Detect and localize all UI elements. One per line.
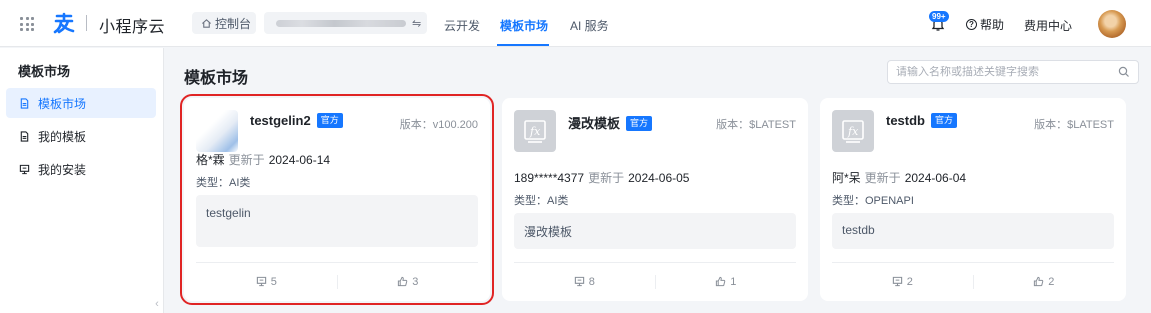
template-name: 漫改模板 官方 bbox=[568, 113, 653, 132]
like-button[interactable]: 1 bbox=[656, 276, 797, 288]
card-footer: 2 2 bbox=[832, 262, 1114, 300]
template-author-line: 189*****4377 更新于 2024-06-05 bbox=[514, 169, 689, 186]
sidebar-item-my-installs[interactable]: 我的安装 bbox=[6, 154, 156, 184]
function-logo-icon: fx bbox=[832, 110, 874, 152]
template-description: testdb bbox=[832, 213, 1114, 249]
brand-name: 小程序云 bbox=[99, 19, 166, 36]
template-logo bbox=[196, 110, 238, 152]
sidebar-item-my-templates[interactable]: 我的模板 bbox=[6, 121, 156, 151]
search-box[interactable] bbox=[887, 60, 1139, 84]
nav-template-market[interactable]: 模板市场 bbox=[500, 17, 548, 34]
official-badge: 官方 bbox=[931, 113, 958, 128]
author-name: 189*****4377 bbox=[514, 171, 585, 185]
console-button[interactable]: 控制台 bbox=[192, 12, 256, 34]
template-author-line: 格*霖 更新于 2024-06-14 bbox=[196, 151, 330, 168]
template-type: 类型：OPENAPI bbox=[832, 195, 914, 207]
nav-cloud-dev[interactable]: 云开发 bbox=[444, 17, 480, 34]
brand-divider bbox=[86, 15, 87, 31]
template-card[interactable]: fx 漫改模板 官方 版本：$LATEST 189*****4377 更新于 2024… bbox=[502, 98, 808, 301]
card-footer: 8 1 bbox=[514, 262, 796, 300]
template-name: testdb 官方 bbox=[886, 113, 958, 128]
sidebar-title: 模板市场 bbox=[18, 64, 71, 79]
sidebar: 模板市场 模板市场 我的模板 我的安装 bbox=[0, 48, 164, 313]
swap-icon: ⇋ bbox=[412, 17, 422, 30]
updated-label: 更新于 bbox=[228, 153, 265, 167]
template-card[interactable]: testgelin2 官方 版本：v100.200 格*霖 更新于 2024-06-1… bbox=[180, 94, 494, 305]
sidebar-item-label: 模板市场 bbox=[38, 96, 87, 111]
sidebar-item-label: 我的模板 bbox=[38, 129, 87, 144]
cost-center-link[interactable]: 费用中心 bbox=[1024, 17, 1072, 34]
nav-active-indicator bbox=[497, 44, 549, 46]
alipay-logo-icon bbox=[53, 12, 75, 34]
thumbs-up-icon bbox=[398, 276, 408, 287]
thumbs-up-icon bbox=[716, 276, 726, 287]
monitor-icon bbox=[574, 276, 584, 287]
console-label: 控制台 bbox=[215, 16, 252, 31]
sidebar-item-template-market[interactable]: 模板市场 bbox=[6, 88, 156, 118]
template-version: 版本：$LATEST bbox=[716, 119, 796, 131]
updated-label: 更新于 bbox=[864, 171, 901, 185]
file-icon bbox=[20, 130, 29, 142]
template-description: 漫改模板 bbox=[514, 213, 796, 249]
template-version: 版本：$LATEST bbox=[1034, 119, 1114, 131]
template-type: 类型：AI类 bbox=[514, 195, 569, 207]
sidebar-collapse-icon[interactable]: ‹ bbox=[150, 296, 164, 313]
updated-date: 2024-06-04 bbox=[904, 171, 967, 185]
svg-text:fx: fx bbox=[529, 125, 541, 138]
monitor-icon bbox=[256, 276, 266, 287]
nav-ai-service[interactable]: AI 服务 bbox=[570, 17, 609, 34]
search-input[interactable] bbox=[896, 66, 1118, 78]
official-badge: 官方 bbox=[316, 113, 343, 128]
template-type: 类型：AI类 bbox=[196, 177, 251, 189]
install-count: 2 bbox=[832, 276, 973, 288]
updated-label: 更新于 bbox=[588, 171, 625, 185]
help-icon: ? bbox=[966, 19, 977, 30]
install-count: 8 bbox=[514, 276, 655, 288]
like-button[interactable]: 3 bbox=[338, 276, 479, 288]
like-button[interactable]: 2 bbox=[974, 276, 1115, 288]
monitor-icon bbox=[19, 164, 30, 174]
template-description: testgelin bbox=[196, 195, 478, 247]
search-icon[interactable] bbox=[1118, 66, 1130, 78]
sidebar-item-label: 我的安装 bbox=[38, 162, 87, 177]
file-icon bbox=[20, 97, 29, 109]
template-name: testgelin2 官方 bbox=[250, 113, 343, 128]
template-author-line: 阿*呆 更新于 2024-06-04 bbox=[832, 169, 966, 186]
app-switcher[interactable]: ⇋ bbox=[264, 12, 427, 34]
install-count: 5 bbox=[196, 276, 337, 288]
help-button[interactable]: ? 帮助 bbox=[966, 16, 1004, 33]
updated-date: 2024-06-05 bbox=[628, 171, 690, 185]
notification-badge: 99+ bbox=[929, 11, 949, 22]
app-grid-icon[interactable] bbox=[20, 17, 34, 31]
card-footer: 5 3 bbox=[196, 262, 478, 300]
official-badge: 官方 bbox=[626, 116, 653, 131]
app-name-redacted bbox=[276, 19, 406, 27]
avatar[interactable] bbox=[1098, 10, 1126, 38]
page-title: 模板市场 bbox=[184, 70, 249, 87]
help-label: 帮助 bbox=[980, 18, 1005, 32]
author-name: 阿*呆 bbox=[832, 171, 861, 185]
template-card[interactable]: fx testdb 官方 版本：$LATEST 阿*呆 更新于 2024-06-04 … bbox=[820, 98, 1126, 301]
monitor-icon bbox=[892, 276, 902, 287]
template-version: 版本：v100.200 bbox=[399, 119, 478, 131]
function-logo-icon: fx bbox=[514, 110, 556, 152]
top-bar: 小程序云 控制台 ⇋ 云开发 模板市场 AI 服务 99+ ? 帮助 费用中心 bbox=[0, 0, 1151, 47]
thumbs-up-icon bbox=[1034, 276, 1044, 287]
author-name: 格*霖 bbox=[196, 153, 225, 167]
home-icon bbox=[202, 18, 211, 28]
svg-text:fx: fx bbox=[847, 125, 859, 138]
updated-date: 2024-06-14 bbox=[268, 153, 331, 167]
